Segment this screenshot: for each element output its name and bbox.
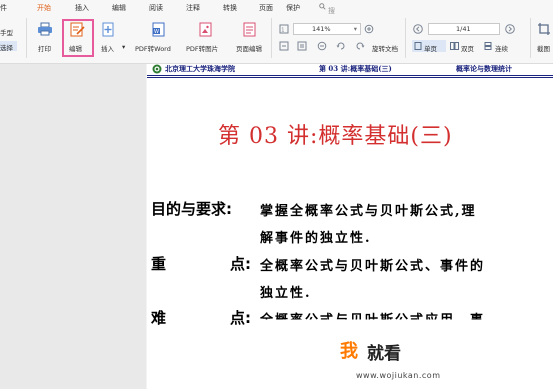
header-rule-2 <box>147 77 553 78</box>
search-box[interactable]: 搜索与替换 <box>319 3 335 55</box>
insert-page-icon <box>102 22 114 37</box>
difficulties-line-1: 全概率公式与贝叶斯公式应用、事 <box>260 313 486 328</box>
actual-size-icon[interactable]: 1 <box>279 24 289 34</box>
label-objectives: 目的与要求: <box>151 200 232 218</box>
divider <box>405 18 406 58</box>
objectives-line-2: 解事件的独立性. <box>260 231 372 246</box>
prev-page-icon[interactable] <box>413 24 423 34</box>
header-school: 北京理工大学珠海学院 <box>165 64 235 73</box>
rotate-document-button[interactable]: 旋转文档 <box>372 43 398 53</box>
svg-text:W: W <box>154 29 159 35</box>
watermark-url: www.wojiukan.com <box>356 371 441 380</box>
zoom-in-icon[interactable] <box>364 24 374 34</box>
fit-page-icon[interactable] <box>279 41 289 51</box>
document-title: 第 03 讲:概率基础(三) <box>218 124 453 149</box>
menu-bar: 件 开始 插入 编辑 阅读 注释 转换 页面 保护 搜索与替换 <box>0 0 553 55</box>
svg-text:1: 1 <box>281 28 284 34</box>
chevron-down-icon: ▾ <box>353 25 357 33</box>
tab-annotate[interactable]: 注释 <box>186 3 200 13</box>
key-points-line-2: 独立性. <box>260 286 312 301</box>
label-key-points-a: 重 <box>151 255 167 273</box>
screenshot-button[interactable]: 截图 <box>537 43 550 53</box>
label-difficulties-a: 难 <box>151 309 167 327</box>
pdf-to-word-icon: W <box>152 22 165 37</box>
insert-dropdown-arrow[interactable]: ▾ <box>122 43 125 51</box>
header-course: 概率论与数理统计 <box>456 64 512 73</box>
print-button[interactable]: 打印 <box>38 43 51 53</box>
tab-page[interactable]: 页面 <box>259 3 273 13</box>
page-number-input[interactable]: 1/41 <box>428 23 500 35</box>
next-page-icon[interactable] <box>505 24 515 34</box>
pdf-to-word-button[interactable]: PDF转Word <box>135 43 171 53</box>
tab-home[interactable]: 开始 <box>37 3 51 16</box>
zoom-value: 141% <box>312 25 331 33</box>
tab-edit[interactable]: 编辑 <box>112 3 126 13</box>
objectives-line-1: 掌握全概率公式与贝叶斯公式,理 <box>260 204 477 219</box>
fit-width-icon[interactable] <box>297 41 307 51</box>
divider <box>271 18 272 58</box>
divider <box>530 18 531 58</box>
hand-tool[interactable]: 手型 <box>0 27 13 37</box>
select-tool[interactable]: 选择 <box>0 42 13 52</box>
page-number-value: 1/41 <box>456 25 471 33</box>
label-key-points-b: 点: <box>230 255 251 273</box>
tab-protect[interactable]: 保护 <box>286 3 300 13</box>
watermark-text: 就看 <box>367 344 401 364</box>
zoom-select[interactable]: 141% ▾ <box>293 23 361 35</box>
rotate-left-icon[interactable] <box>336 41 346 51</box>
label-difficulties-b: 点: <box>230 309 251 327</box>
screenshot-icon <box>538 23 550 35</box>
page-edit-button[interactable]: 页面编辑 <box>236 43 262 53</box>
search-icon <box>319 3 326 10</box>
print-icon <box>38 22 52 36</box>
pdf-to-image-button[interactable]: PDF转图片 <box>186 43 218 53</box>
pdf-to-image-icon <box>199 22 212 37</box>
tab-insert[interactable]: 插入 <box>75 3 89 13</box>
tab-read[interactable]: 阅读 <box>149 3 163 13</box>
single-page-button[interactable]: 单页 <box>424 43 437 53</box>
single-page-icon <box>414 42 422 50</box>
double-page-icon <box>450 42 459 50</box>
university-logo <box>152 64 162 74</box>
edit-document-icon <box>70 22 85 37</box>
header-lecture: 第 03 讲:概率基础(三) <box>319 64 392 73</box>
continuous-page-icon <box>484 42 492 50</box>
menu-file[interactable]: 件 <box>0 3 7 13</box>
watermark-char: 我 <box>340 341 358 362</box>
left-panel <box>0 64 146 389</box>
header-rule <box>147 75 553 76</box>
page-edit-icon <box>243 22 256 37</box>
tab-convert[interactable]: 转换 <box>223 3 237 13</box>
continuous-button[interactable]: 连续 <box>495 43 508 53</box>
divider <box>26 18 27 58</box>
key-points-line-1: 全概率公式与贝叶斯公式、事件的 <box>260 259 486 274</box>
insert-button[interactable]: 插入 <box>101 43 114 53</box>
double-page-button[interactable]: 双页 <box>461 43 474 53</box>
zoom-out-icon[interactable] <box>317 41 327 51</box>
edit-button[interactable]: 编辑 <box>69 43 82 53</box>
rotate-right-icon[interactable] <box>355 41 365 51</box>
